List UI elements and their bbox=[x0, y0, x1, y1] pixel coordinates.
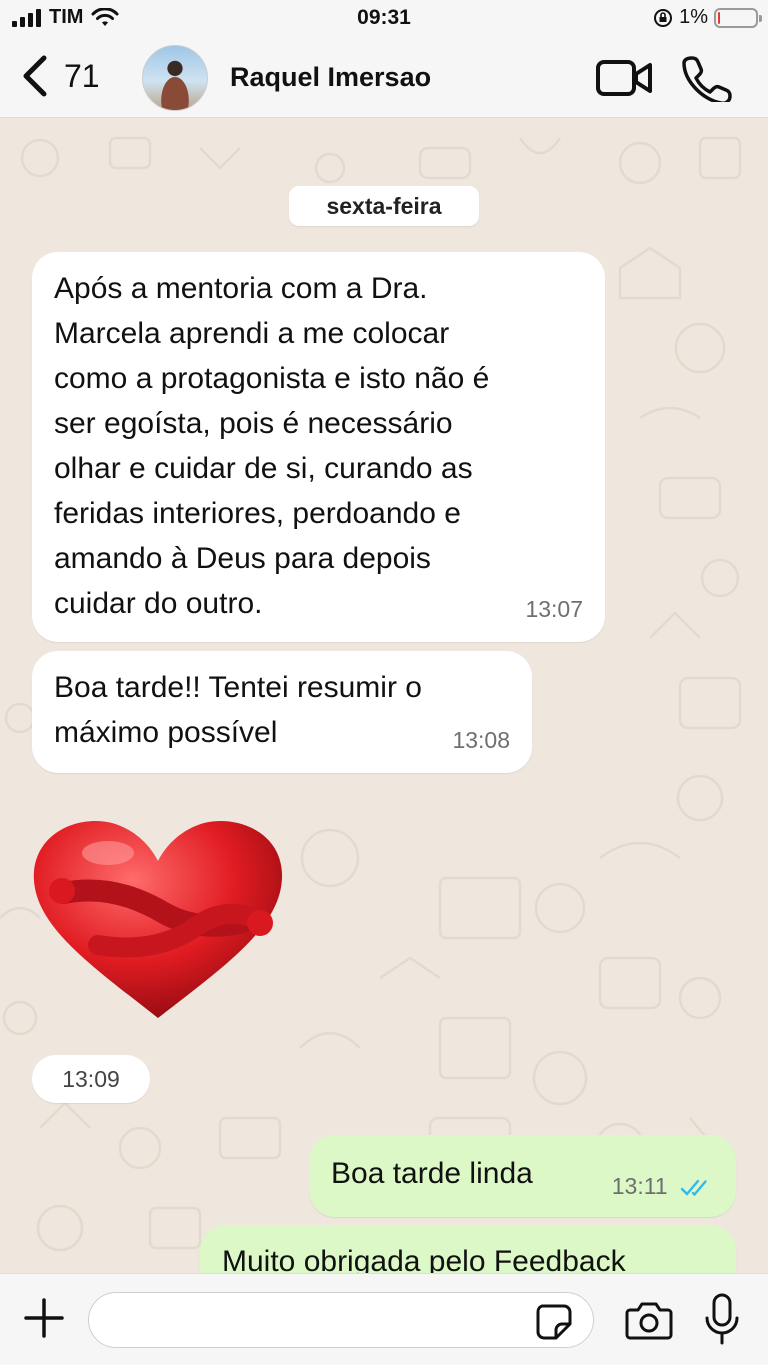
message-bubble-incoming[interactable]: Após a mentoria com a Dra. Marcela apren… bbox=[32, 252, 605, 642]
message-input[interactable] bbox=[88, 1292, 594, 1348]
microphone-icon[interactable] bbox=[702, 1292, 742, 1346]
message-text: Boa tarde!! Tentei resumir o máximo poss… bbox=[54, 671, 422, 749]
message-time: 13:11 bbox=[611, 1173, 668, 1199]
status-right: 1% bbox=[653, 6, 762, 29]
avatar[interactable] bbox=[142, 45, 208, 111]
status-bar: TIM 09:31 1% bbox=[0, 0, 768, 40]
chat-header: 71 Raquel Imersao bbox=[0, 40, 768, 118]
message-text: Muito obrigada pelo Feedback bbox=[222, 1245, 626, 1273]
battery-fill bbox=[718, 11, 720, 24]
message-bubble-incoming[interactable]: Boa tarde!! Tentei resumir o máximo poss… bbox=[32, 651, 532, 773]
sticker-icon[interactable] bbox=[534, 1302, 574, 1342]
back-button[interactable]: 71 bbox=[20, 54, 100, 98]
message-time-wrap: 13:11 bbox=[612, 1164, 714, 1209]
message-text: Após a mentoria com a Dra. Marcela apren… bbox=[54, 272, 490, 620]
back-chevron-icon bbox=[23, 55, 47, 97]
chat-area[interactable]: sexta-feira Após a mentoria com a Dra. M… bbox=[0, 118, 768, 1273]
sticker-time: 13:09 bbox=[32, 1055, 150, 1103]
battery-icon bbox=[714, 7, 762, 28]
plus-icon[interactable] bbox=[22, 1296, 66, 1340]
read-ticks-icon bbox=[680, 1179, 707, 1197]
rotation-lock-icon bbox=[654, 8, 673, 27]
camera-icon[interactable] bbox=[624, 1298, 674, 1342]
hugging-heart-sticker[interactable] bbox=[28, 813, 288, 1023]
battery-percent: 1% bbox=[679, 6, 708, 28]
video-call-icon[interactable] bbox=[596, 54, 652, 102]
message-input-bar bbox=[0, 1273, 768, 1365]
contact-name[interactable]: Raquel Imersao bbox=[230, 62, 431, 93]
day-divider: sexta-feira bbox=[289, 186, 479, 226]
message-bubble-outgoing[interactable]: Muito obrigada pelo Feedback bbox=[200, 1225, 736, 1273]
message-time: 13:08 bbox=[452, 727, 510, 753]
message-time: 13:07 bbox=[525, 596, 583, 622]
unread-count: 71 bbox=[64, 57, 100, 94]
phone-call-icon[interactable] bbox=[680, 54, 736, 102]
message-bubble-outgoing[interactable]: Boa tarde linda 13:11 bbox=[309, 1135, 736, 1217]
